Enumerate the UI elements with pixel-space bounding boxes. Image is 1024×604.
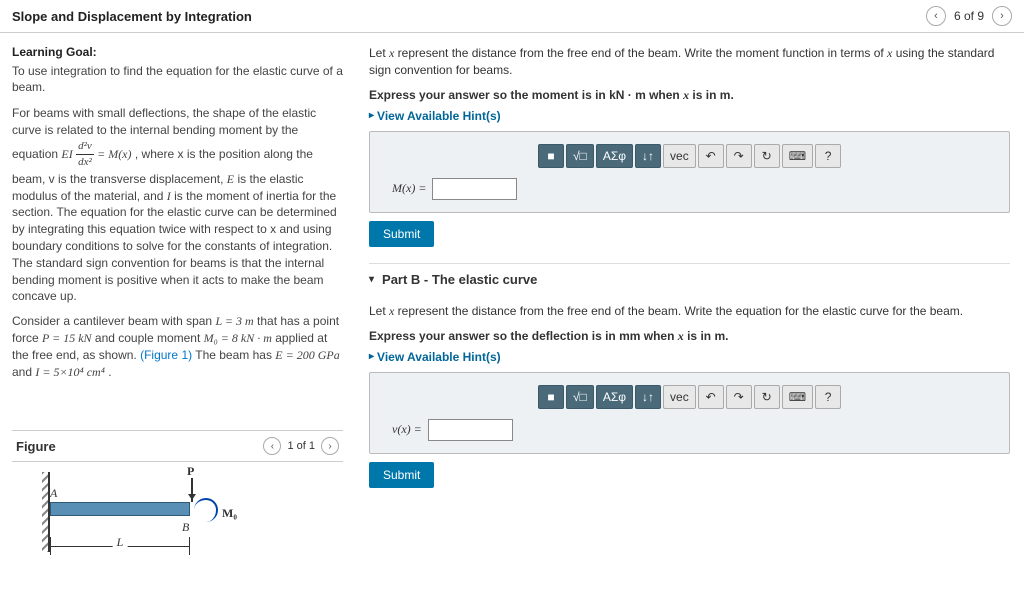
page-header: Slope and Displacement by Integration ‹ … — [0, 0, 1024, 33]
page-title: Slope and Displacement by Integration — [12, 9, 252, 24]
theory-paragraph-2: Consider a cantilever beam with span L =… — [12, 313, 343, 380]
page-nav: ‹ 6 of 9 › — [926, 6, 1012, 26]
part-b-submit-button[interactable]: Submit — [369, 462, 434, 488]
fraction: d²v dx² — [76, 139, 94, 171]
force-arrow-icon — [191, 478, 193, 502]
part-b-answer-box: ■ √□ ΑΣφ ↓↑ vec ↶ ↷ ↻ ⌨ ? v(x) = — [369, 372, 1010, 454]
help-button[interactable]: ? — [815, 385, 841, 409]
part-b-hints-toggle[interactable]: View Available Hint(s) — [369, 350, 501, 364]
subscript-button[interactable]: ↓↑ — [635, 385, 661, 409]
next-page-button[interactable]: › — [992, 6, 1012, 26]
keyboard-button[interactable]: ⌨ — [782, 385, 813, 409]
keyboard-button[interactable]: ⌨ — [782, 144, 813, 168]
beam-icon — [50, 502, 190, 516]
part-b-toolbar: ■ √□ ΑΣφ ↓↑ vec ↶ ↷ ↻ ⌨ ? — [382, 385, 997, 409]
part-b-input-label: v(x) = — [392, 422, 422, 437]
page-progress: 6 of 9 — [954, 9, 984, 23]
templates-button[interactable]: ■ — [538, 144, 564, 168]
greek-button[interactable]: ΑΣφ — [596, 385, 633, 409]
part-a-hints-toggle[interactable]: View Available Hint(s) — [369, 109, 501, 123]
sqrt-button[interactable]: √□ — [566, 144, 594, 168]
label-l: L — [113, 535, 128, 550]
label-a: A — [50, 486, 57, 501]
sqrt-button[interactable]: √□ — [566, 385, 594, 409]
part-a-submit-button[interactable]: Submit — [369, 221, 434, 247]
vec-button[interactable]: vec — [663, 385, 696, 409]
redo-button[interactable]: ↷ — [726, 385, 752, 409]
part-b-prompt: Let x represent the distance from the fr… — [369, 303, 1010, 320]
part-b-instruction: Express your answer so the deflection is… — [369, 328, 1010, 345]
help-button[interactable]: ? — [815, 144, 841, 168]
prev-page-button[interactable]: ‹ — [926, 6, 946, 26]
subscript-button[interactable]: ↓↑ — [635, 144, 661, 168]
part-a-answer-box: ■ √□ ΑΣφ ↓↑ vec ↶ ↷ ↻ ⌨ ? M(x) = — [369, 131, 1010, 213]
moment-arc-icon — [194, 498, 218, 522]
reset-button[interactable]: ↻ — [754, 385, 780, 409]
part-b-section: Let x represent the distance from the fr… — [369, 303, 1010, 488]
theory-paragraph-1: For beams with small deflections, the sh… — [12, 105, 343, 305]
part-a-prompt: Let x represent the distance from the fr… — [369, 45, 1010, 79]
part-a-section: Let x represent the distance from the fr… — [369, 45, 1010, 247]
label-m0: M₀ — [222, 506, 237, 521]
learning-goal-title: Learning Goal: — [12, 45, 343, 59]
fixed-support-icon — [42, 472, 50, 552]
part-b-answer-input[interactable] — [428, 419, 513, 441]
redo-button[interactable]: ↷ — [726, 144, 752, 168]
beam-diagram: A B P M₀ L — [12, 462, 343, 592]
left-panel: Learning Goal: To use integration to fin… — [0, 33, 355, 604]
part-b-header[interactable]: Part B - The elastic curve — [369, 263, 1010, 295]
figure-next-button[interactable]: › — [321, 437, 339, 455]
vec-button[interactable]: vec — [663, 144, 696, 168]
undo-button[interactable]: ↶ — [698, 385, 724, 409]
figure-link[interactable]: (Figure 1) — [140, 348, 192, 362]
reset-button[interactable]: ↻ — [754, 144, 780, 168]
label-p: P — [187, 464, 194, 479]
templates-button[interactable]: ■ — [538, 385, 564, 409]
dimension-l: L — [50, 537, 190, 555]
figure-title: Figure — [16, 439, 56, 454]
greek-button[interactable]: ΑΣφ — [596, 144, 633, 168]
label-b: B — [182, 520, 189, 535]
part-a-toolbar: ■ √□ ΑΣφ ↓↑ vec ↶ ↷ ↻ ⌨ ? — [382, 144, 997, 168]
right-panel: Let x represent the distance from the fr… — [355, 33, 1024, 604]
part-a-answer-input[interactable] — [432, 178, 517, 200]
part-a-instruction: Express your answer so the moment is in … — [369, 87, 1010, 104]
figure-section: Figure ‹ 1 of 1 › A B P M₀ L — [12, 430, 343, 592]
learning-goal-text: To use integration to find the equation … — [12, 63, 343, 95]
figure-prev-button[interactable]: ‹ — [263, 437, 281, 455]
undo-button[interactable]: ↶ — [698, 144, 724, 168]
figure-nav: ‹ 1 of 1 › — [263, 437, 339, 455]
part-a-input-label: M(x) = — [392, 181, 426, 196]
figure-progress: 1 of 1 — [287, 440, 315, 452]
